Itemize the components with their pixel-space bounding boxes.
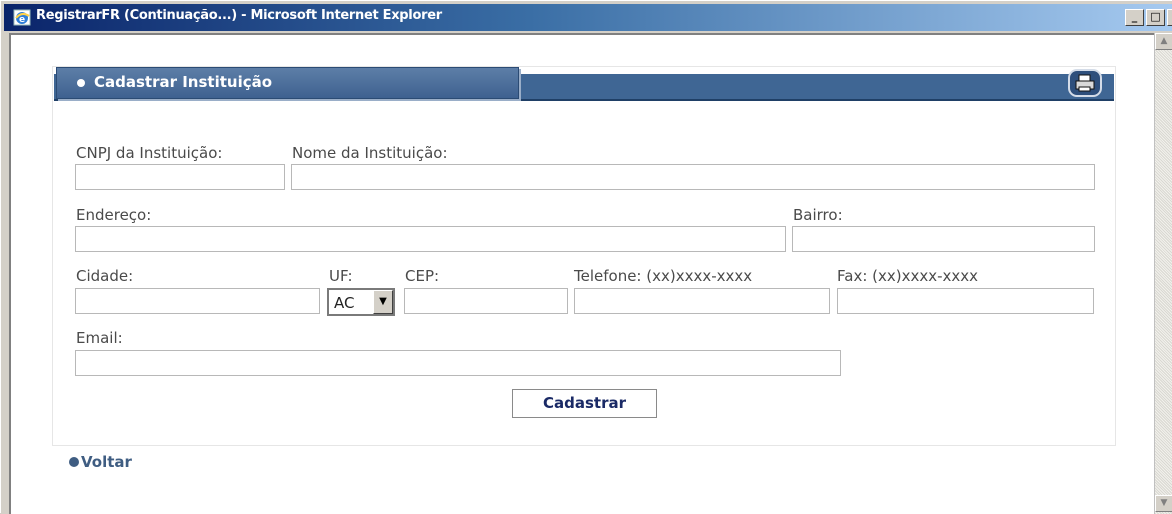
telefone-label: Telefone: (xx)xxxx-xxxx <box>574 267 753 285</box>
chevron-down-icon[interactable]: ▼ <box>373 290 393 314</box>
cidade-input[interactable] <box>75 288 320 314</box>
cnpj-input[interactable] <box>75 164 285 190</box>
scroll-down-arrow-icon[interactable]: ▼ <box>1155 495 1172 512</box>
cnpj-label: CNPJ da Instituição: <box>76 144 223 162</box>
cep-input[interactable] <box>404 288 568 314</box>
close-button[interactable] <box>1167 9 1172 26</box>
email-input[interactable] <box>75 350 841 376</box>
endereco-label: Endereço: <box>76 206 152 224</box>
internet-explorer-icon: e <box>13 9 31 26</box>
minimize-button[interactable]: _ <box>1125 9 1144 26</box>
window-title: RegistrarFR (Continuação...) - Microsoft… <box>36 8 442 23</box>
browser-window: e RegistrarFR (Continuação...) - Microso… <box>0 0 1172 514</box>
fax-input[interactable] <box>837 288 1094 314</box>
uf-selected-value: AC <box>334 294 355 312</box>
fax-label: Fax: (xx)xxxx-xxxx <box>837 267 979 285</box>
scroll-up-arrow-icon[interactable]: ▲ <box>1155 33 1172 50</box>
page-title: Cadastrar Instituição <box>94 73 273 91</box>
nome-input[interactable] <box>291 164 1095 190</box>
uf-label: UF: <box>329 267 353 285</box>
svg-text:e: e <box>19 15 25 25</box>
uf-select[interactable]: AC ▼ <box>327 288 395 316</box>
email-label: Email: <box>76 329 123 347</box>
endereco-input[interactable] <box>75 226 786 252</box>
bullet-icon <box>77 79 85 87</box>
maximize-button[interactable]: □ <box>1146 9 1165 26</box>
cidade-label: Cidade: <box>76 267 134 285</box>
telefone-input[interactable] <box>574 288 830 314</box>
back-arrow-icon <box>69 457 79 467</box>
vertical-scrollbar[interactable]: ▲ ▼ <box>1154 33 1172 514</box>
voltar-link[interactable]: Voltar <box>69 453 132 471</box>
nome-label: Nome da Instituição: <box>292 144 448 162</box>
printer-icon <box>1075 74 1095 92</box>
bairro-label: Bairro: <box>793 206 843 224</box>
voltar-label: Voltar <box>81 453 132 471</box>
header-tab: Cadastrar Instituição <box>56 67 519 99</box>
title-bar[interactable]: e RegistrarFR (Continuação...) - Microso… <box>4 4 1172 31</box>
cadastrar-button[interactable]: Cadastrar <box>512 389 657 418</box>
bairro-input[interactable] <box>792 226 1095 252</box>
cep-label: CEP: <box>405 267 440 285</box>
print-button[interactable] <box>1068 69 1102 97</box>
section-header: Cadastrar Instituição <box>54 67 1114 102</box>
